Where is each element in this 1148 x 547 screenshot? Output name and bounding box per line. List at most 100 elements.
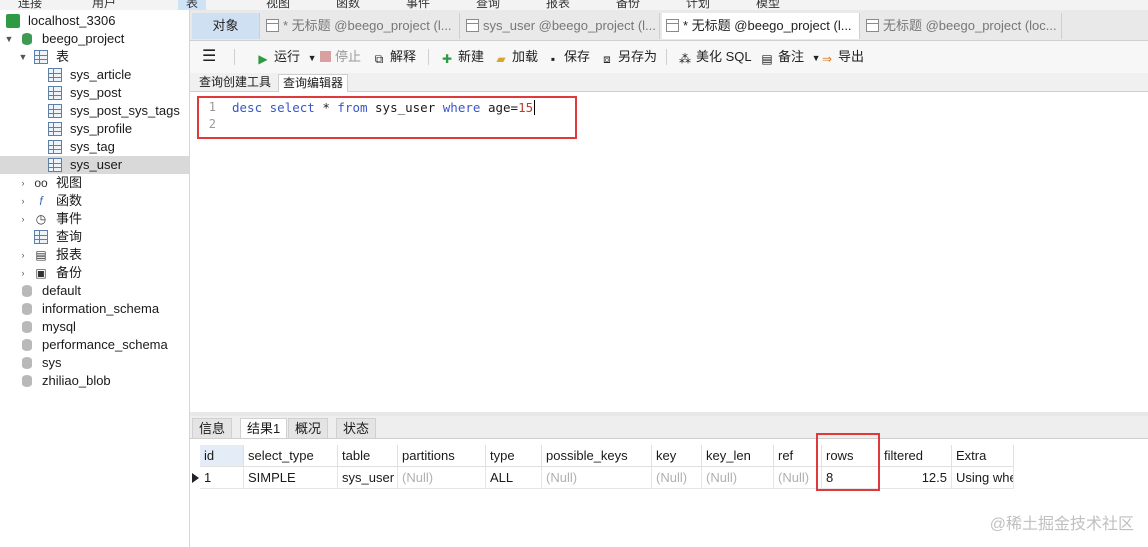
chevron-down-icon[interactable]: ▼	[4, 30, 14, 48]
tree-database-item[interactable]: default	[0, 282, 189, 300]
run-button[interactable]: ▶ 运行 ▼	[256, 48, 317, 66]
stop-icon	[320, 51, 331, 62]
document-tabs: 对象 * 无标题 @beego_project (l... sys_user @…	[190, 10, 1148, 41]
tree-group-queries[interactable]: 查询	[0, 228, 189, 246]
tab-query-builder[interactable]: 查询创建工具	[195, 74, 275, 91]
database-icon	[20, 338, 34, 352]
table-label: sys_tag	[70, 139, 115, 154]
tab-profile[interactable]: 概况	[288, 418, 329, 438]
explain-icon: ⧉	[374, 52, 384, 66]
table-cell[interactable]: Using whe	[952, 467, 1014, 489]
tab-query-untitled-1[interactable]: * 无标题 @beego_project (l...	[262, 13, 460, 39]
tree-database-item[interactable]: performance_schema	[0, 336, 189, 354]
column-header[interactable]: key	[652, 445, 702, 467]
database-label: information_schema	[42, 301, 160, 316]
new-button[interactable]: ✚ 新建	[440, 48, 484, 66]
annotation-highlight-box	[197, 96, 577, 139]
chevron-right-icon[interactable]: ›	[18, 246, 28, 264]
note-label: 备注	[778, 49, 805, 64]
hamburger-menu-icon[interactable]: ☰	[202, 48, 216, 66]
tree-tables-group[interactable]: ▼ 表	[0, 48, 189, 66]
export-button[interactable]: ⇒ 导出	[820, 48, 864, 66]
report-icon: ▤	[35, 248, 47, 262]
table-cell[interactable]: SIMPLE	[244, 467, 338, 489]
tab-sys-user[interactable]: sys_user @beego_project (l...	[462, 13, 660, 39]
table-cell[interactable]: sys_user	[338, 467, 398, 489]
database-icon	[20, 320, 34, 334]
tab-query-editor[interactable]: 查询编辑器	[278, 74, 349, 92]
tree-group-backups[interactable]: › ▣ 备份	[0, 264, 189, 282]
explain-button[interactable]: ⧉ 解释	[372, 48, 416, 66]
chevron-down-icon[interactable]: ▼	[18, 48, 28, 66]
tab-query-untitled-active[interactable]: * 无标题 @beego_project (l...	[662, 13, 860, 39]
tree-table-item-selected[interactable]: sys_user	[0, 156, 189, 174]
chevron-right-icon[interactable]: ›	[18, 264, 28, 282]
table-cell[interactable]: (Null)	[702, 467, 774, 489]
save-as-icon: ⧈	[603, 52, 611, 66]
table-cell[interactable]: (Null)	[652, 467, 702, 489]
tab-result1[interactable]: 结果1	[240, 418, 288, 438]
note-icon: ▤	[761, 52, 773, 66]
tree-database-item[interactable]: sys	[0, 354, 189, 372]
column-header[interactable]: select_type	[244, 445, 338, 467]
table-cell[interactable]: 12.5	[880, 467, 952, 489]
table-cell[interactable]: (Null)	[774, 467, 822, 489]
tree-database[interactable]: ▼ beego_project	[0, 30, 189, 48]
group-label: 视图	[56, 175, 83, 190]
sql-editor[interactable]: 1 2 desc select * from sys_user where ag…	[190, 92, 1148, 412]
column-header[interactable]: Extra	[952, 445, 1014, 467]
column-header[interactable]: possible_keys	[542, 445, 652, 467]
load-button[interactable]: ▰ 加载	[494, 48, 538, 66]
load-label: 加载	[512, 49, 539, 64]
table-cell[interactable]: 1	[200, 467, 244, 489]
tab-query-untitled-2[interactable]: 无标题 @beego_project (loc...	[862, 13, 1062, 39]
column-header[interactable]: id	[200, 445, 244, 467]
tree-table-item[interactable]: sys_post_sys_tags	[0, 102, 189, 120]
navigator-sidebar: localhost_3306 ▼ beego_project ▼ 表 sys_a…	[0, 10, 190, 547]
note-button[interactable]: ▤ 备注 ▼	[760, 48, 820, 66]
save-as-button[interactable]: ⧈ 另存为	[600, 48, 657, 66]
table-icon	[48, 68, 62, 82]
tab-objects[interactable]: 对象	[192, 13, 260, 39]
menu-table[interactable]: 表	[178, 0, 207, 10]
column-header[interactable]: ref	[774, 445, 822, 467]
column-header[interactable]: partitions	[398, 445, 486, 467]
tree-table-item[interactable]: sys_tag	[0, 138, 189, 156]
chevron-right-icon[interactable]: ›	[18, 174, 28, 192]
function-icon: f	[39, 194, 43, 208]
group-label: 备份	[56, 265, 83, 280]
save-button[interactable]: ▪ 保存	[546, 48, 590, 66]
tree-group-views[interactable]: › oo 视图	[0, 174, 189, 192]
run-label: 运行	[274, 49, 301, 64]
column-header[interactable]: filtered	[880, 445, 952, 467]
tree-database-item[interactable]: mysql	[0, 318, 189, 336]
chevron-right-icon[interactable]: ›	[18, 192, 28, 210]
query-icon	[34, 230, 48, 244]
tree-database-item[interactable]: zhiliao_blob	[0, 372, 189, 390]
export-icon: ⇒	[821, 52, 833, 66]
tree-group-reports[interactable]: › ▤ 报表	[0, 246, 189, 264]
stop-button[interactable]: 停止	[320, 48, 361, 66]
query-tab-icon	[266, 19, 279, 32]
beautify-sql-button[interactable]: ⁂ 美化 SQL	[678, 48, 752, 66]
table-cell[interactable]: (Null)	[542, 467, 652, 489]
tree-group-events[interactable]: › ◷ 事件	[0, 210, 189, 228]
chevron-down-icon[interactable]: ▼	[308, 53, 317, 63]
tab-info[interactable]: 信息	[192, 418, 233, 438]
column-header[interactable]: type	[486, 445, 542, 467]
table-icon	[48, 86, 62, 100]
column-header[interactable]: key_len	[702, 445, 774, 467]
tree-group-functions[interactable]: › f 函数	[0, 192, 189, 210]
tree-table-item[interactable]: sys_profile	[0, 120, 189, 138]
play-icon: ▶	[258, 52, 268, 66]
tree-table-item[interactable]: sys_post	[0, 84, 189, 102]
result-tabs: 信息 结果1 概况 状态	[190, 416, 1148, 439]
tree-database-item[interactable]: information_schema	[0, 300, 189, 318]
chevron-right-icon[interactable]: ›	[18, 210, 28, 228]
tree-connection[interactable]: localhost_3306	[0, 12, 189, 30]
table-cell[interactable]: ALL	[486, 467, 542, 489]
tree-table-item[interactable]: sys_article	[0, 66, 189, 84]
column-header[interactable]: table	[338, 445, 398, 467]
tab-status[interactable]: 状态	[336, 418, 377, 438]
table-cell[interactable]: (Null)	[398, 467, 486, 489]
